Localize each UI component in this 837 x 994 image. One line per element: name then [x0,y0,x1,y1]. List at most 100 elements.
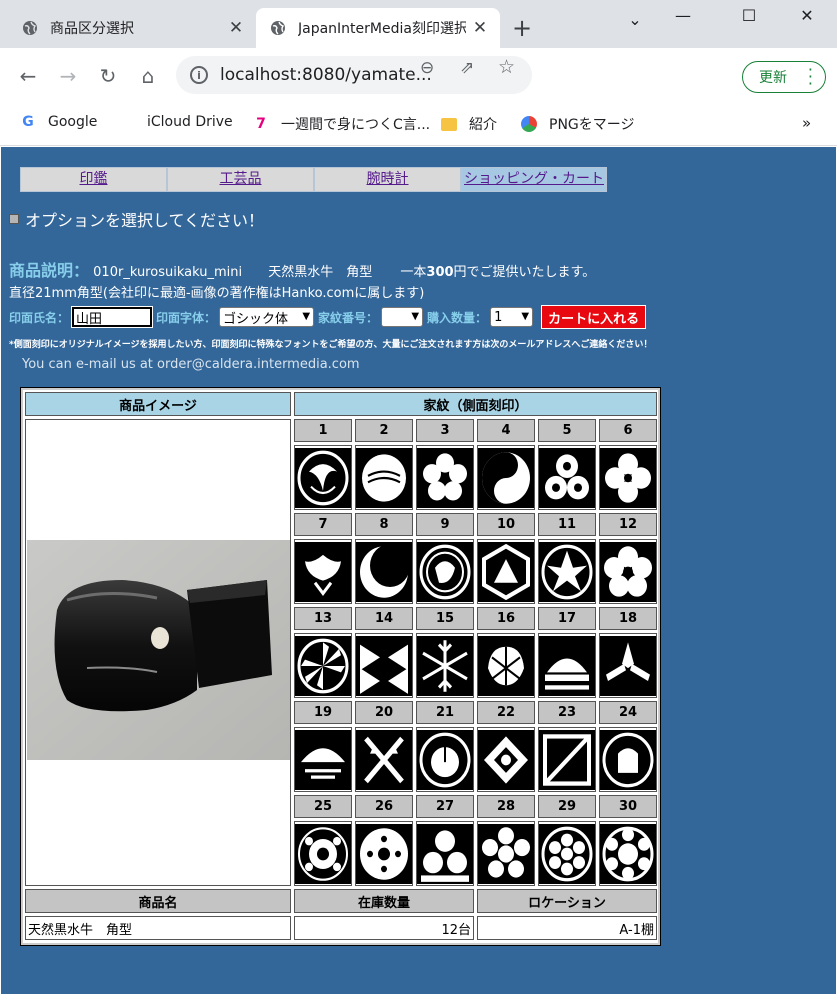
order-form: 印面氏名： 印面字体： ゴシック体 ▼ 家紋番号： ▼ 購入数量： 1 ▼ カー… [9,305,647,329]
url-text: localhost:8080/yamate... [220,65,432,85]
crest-image-cell-30[interactable] [599,821,657,886]
menu-item-seal[interactable]: 印鑑 [20,167,167,192]
contact-email[interactable]: You can e-mail us at order@caldera.inter… [22,357,360,372]
close-icon[interactable]: ✕ [466,18,494,38]
menu-item-watch[interactable]: 腕時計 [314,167,461,192]
crest-image-cell-19[interactable] [294,727,352,792]
crest-icon [478,542,534,602]
crest-image-cell-3[interactable] [416,445,474,510]
maximize-icon[interactable]: ☐ [729,6,769,25]
share-icon[interactable]: ⇗ [460,58,474,78]
crest-number-17: 17 [538,607,596,630]
tab-crest-selection[interactable]: JapanInterMedia刻印選択 ✕ [256,8,500,48]
crest-image-cell-22[interactable] [477,727,535,792]
crest-image-cell-12[interactable] [599,539,657,604]
crest-image-cell-9[interactable] [416,539,474,604]
update-button[interactable]: 更新 · · · [742,61,826,93]
menu-item-cart[interactable]: ショッピング・カート [461,167,607,192]
crest-image-cell-15[interactable] [416,633,474,698]
star-icon[interactable]: ☆ [498,56,515,78]
crest-image-cell-29[interactable] [538,821,596,886]
crest-image-cell-6[interactable] [599,445,657,510]
product-name-header: 商品名 [25,889,291,913]
crest-icon [417,730,473,790]
bookmark-c-lang[interactable]: 7 一週間で身につくC言... [253,114,430,134]
crest-number-28: 28 [477,795,535,818]
crest-image-cell-17[interactable] [538,633,596,698]
quantity-select[interactable]: 1 ▼ [490,307,534,327]
crest-number-23: 23 [538,701,596,724]
crest-image-cell-10[interactable] [477,539,535,604]
crest-image-cell-20[interactable] [355,727,413,792]
crest-image-cell-24[interactable] [599,727,657,792]
page-content: 印鑑 工芸品 腕時計 ショッピング・カート オプションを選択してください！ 商品… [1,147,836,994]
bookmark-png[interactable]: PNGをマージ [521,114,634,134]
crest-image-cell-1[interactable] [294,445,352,510]
close-icon[interactable]: ✕ [222,18,250,38]
crest-image-cell-5[interactable] [538,445,596,510]
window-close-icon[interactable]: ✕ [787,6,827,25]
crest-image-cell-11[interactable] [538,539,596,604]
crest-icon [600,542,656,602]
crest-image-cell-16[interactable] [477,633,535,698]
crest-number-19: 19 [294,701,352,724]
bookmark-google[interactable]: G Google [20,114,97,130]
add-to-cart-button[interactable]: カートに入れる [541,305,647,329]
crest-icon [539,636,595,696]
crest-number-5: 5 [538,419,596,442]
crest-image-cell-18[interactable] [599,633,657,698]
crest-image-cell-7[interactable] [294,539,352,604]
order-note: *側面刻印にオリジナルイメージを採用したい方、印面刻印に特殊なフォントをご希望の… [9,340,653,350]
crest-number-3: 3 [416,419,474,442]
bookmarks-bar: G Google iCloud Drive 7 一週間で身につくC言... 紹介… [0,102,837,146]
description-label: 商品説明： [9,261,90,280]
seven-icon: 7 [256,116,266,132]
minimize-icon[interactable]: — [663,6,703,25]
crest-image-cell-8[interactable] [355,539,413,604]
chevron-down-icon[interactable]: ⌄ [615,10,655,29]
new-tab-icon[interactable]: + [512,16,532,40]
font-select[interactable]: ゴシック体 ▼ [219,307,315,327]
chevron-right-icon[interactable]: » [802,114,811,132]
quantity-select-value: 1 [494,309,503,325]
crest-image-cell-28[interactable] [477,821,535,886]
crest-image-cell-27[interactable] [416,821,474,886]
crest-image-cell-2[interactable] [355,445,413,510]
crest-select[interactable]: ▼ [381,307,424,327]
tab-title: 商品区分選択 [50,21,134,37]
crest-number-25: 25 [294,795,352,818]
crest-number-4: 4 [477,419,535,442]
info-icon[interactable]: i [190,66,208,84]
google-icon: G [22,114,34,130]
crest-number-1: 1 [294,419,352,442]
crest-number-18: 18 [599,607,657,630]
crest-image-cell-13[interactable] [294,633,352,698]
bookmark-icloud[interactable]: iCloud Drive [119,114,233,130]
address-bar[interactable]: i localhost:8080/yamate... [176,56,532,94]
tab-product-category[interactable]: 商品区分選択 ✕ [8,8,256,48]
reload-icon[interactable]: ↻ [94,62,122,90]
crest-icon [295,730,351,790]
crest-image-cell-21[interactable] [416,727,474,792]
crest-label: 家紋番号： [318,310,379,325]
crest-icon [356,448,412,508]
name-input[interactable] [71,306,154,328]
home-icon[interactable]: ⌂ [134,62,162,90]
crest-image-cell-25[interactable] [294,821,352,886]
crest-number-8: 8 [355,513,413,536]
zoom-icon[interactable]: ⊖ [420,58,434,78]
crest-icon [356,636,412,696]
crest-image-cell-14[interactable] [355,633,413,698]
crest-icon [478,730,534,790]
back-icon[interactable]: ← [14,62,42,90]
png-icon [521,116,537,132]
crest-image-cell-23[interactable] [538,727,596,792]
crest-image-cell-4[interactable] [477,445,535,510]
crest-number-9: 9 [416,513,474,536]
forward-icon[interactable]: → [54,62,82,90]
bookmark-folder[interactable]: 紹介 [441,114,497,134]
globe-icon [271,21,285,35]
menu-item-crafts[interactable]: 工芸品 [167,167,314,192]
crest-icon [417,636,473,696]
crest-image-cell-26[interactable] [355,821,413,886]
